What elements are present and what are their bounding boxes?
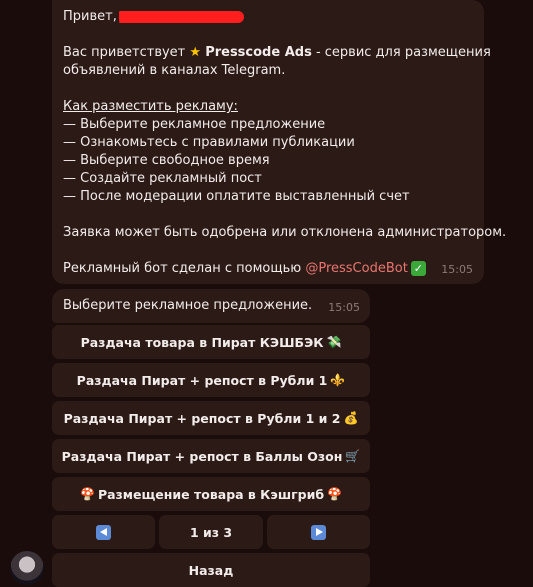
money-wings-icon: 💸 [326, 335, 342, 349]
bot-mention-link[interactable]: @PressCodeBot [305, 261, 407, 276]
step-item: — После модерации оплатите выставленный … [63, 189, 410, 204]
intro-suffix: - сервис для размещения [315, 45, 491, 60]
step-item: — Ознакомьтесь с правилами публикации [63, 135, 355, 150]
greeting-line: Привет, [63, 8, 473, 26]
intro-line-2: объявлений в каналах Telegram. [63, 63, 286, 78]
back-label: Назад [188, 562, 234, 578]
fleur-de-lis-icon: ⚜️ [330, 373, 346, 387]
shopping-cart-icon: 🛒 [345, 449, 361, 463]
back-button[interactable]: Назад [52, 553, 370, 587]
avatar[interactable] [10, 551, 44, 585]
check-icon: ✓ [410, 261, 426, 276]
star-icon: ★ [189, 45, 202, 60]
made-with-text: Рекламный бот сделан с помощью [63, 261, 302, 276]
made-with-line: Рекламный бот сделан с помощью @PressCod… [63, 260, 473, 278]
page-indicator-button[interactable]: 1 из 3 [159, 515, 263, 549]
intro-line: Вас приветствует ★ Presscode Ads - серви… [63, 44, 491, 62]
offer-button-cashgrib[interactable]: 🍄 Размещение товара в Кэшгриб 🍄 [52, 477, 370, 511]
step-item: — Выберите рекламное предложение [63, 117, 326, 132]
arrow-right-icon [311, 524, 326, 540]
offer-label: Раздача товара в Пират КЭШБЭК [80, 334, 324, 350]
offer-label: Раздача Пират + репост в Рубли 1 и 2 [63, 410, 341, 426]
prev-page-button[interactable] [52, 515, 155, 549]
next-page-button[interactable] [267, 515, 370, 549]
offer-button-cashback[interactable]: Раздача товара в Пират КЭШБЭК 💸 [52, 325, 370, 359]
money-bag-icon: 💰 [343, 411, 359, 425]
offer-button-rubles-1[interactable]: Раздача Пират + репост в Рубли 1 ⚜️ [52, 363, 370, 397]
step-item: — Создайте рекламный пост [63, 171, 262, 186]
message-time: 15:05 [328, 301, 360, 314]
mushroom-icon: 🍄 [327, 487, 343, 501]
message-time: 15:05 [441, 263, 473, 276]
howto-title: Как разместить рекламу: [63, 99, 238, 114]
prompt-message: Выберите рекламное предложение. 15:05 [52, 289, 370, 323]
offer-label: Раздача Пират + репост в Рубли 1 [76, 372, 328, 388]
redacted-username [118, 10, 244, 23]
step-item: — Выберите свободное время [63, 153, 270, 168]
greeting-text: Привет, [63, 9, 117, 24]
prompt-text: Выберите рекламное предложение. [63, 298, 313, 313]
offer-label: Размещение товара в Кэшгриб [97, 486, 325, 502]
intro-prefix: Вас приветствует [63, 45, 186, 60]
approval-note: Заявка может быть одобрена или отклонена… [63, 225, 507, 240]
offer-label: Раздача Пират + репост в Баллы Озон [61, 448, 343, 464]
brand-name: Presscode Ads [205, 45, 312, 60]
welcome-message: Привет, Вас приветствует ★ Presscode Ads… [52, 0, 507, 284]
page-indicator: 1 из 3 [189, 524, 233, 540]
mushroom-icon: 🍄 [79, 487, 95, 501]
offer-button-rubles-1-2[interactable]: Раздача Пират + репост в Рубли 1 и 2 💰 [52, 401, 370, 435]
offer-button-ozon-points[interactable]: Раздача Пират + репост в Баллы Озон 🛒 [52, 439, 370, 473]
arrow-left-icon [96, 524, 111, 540]
